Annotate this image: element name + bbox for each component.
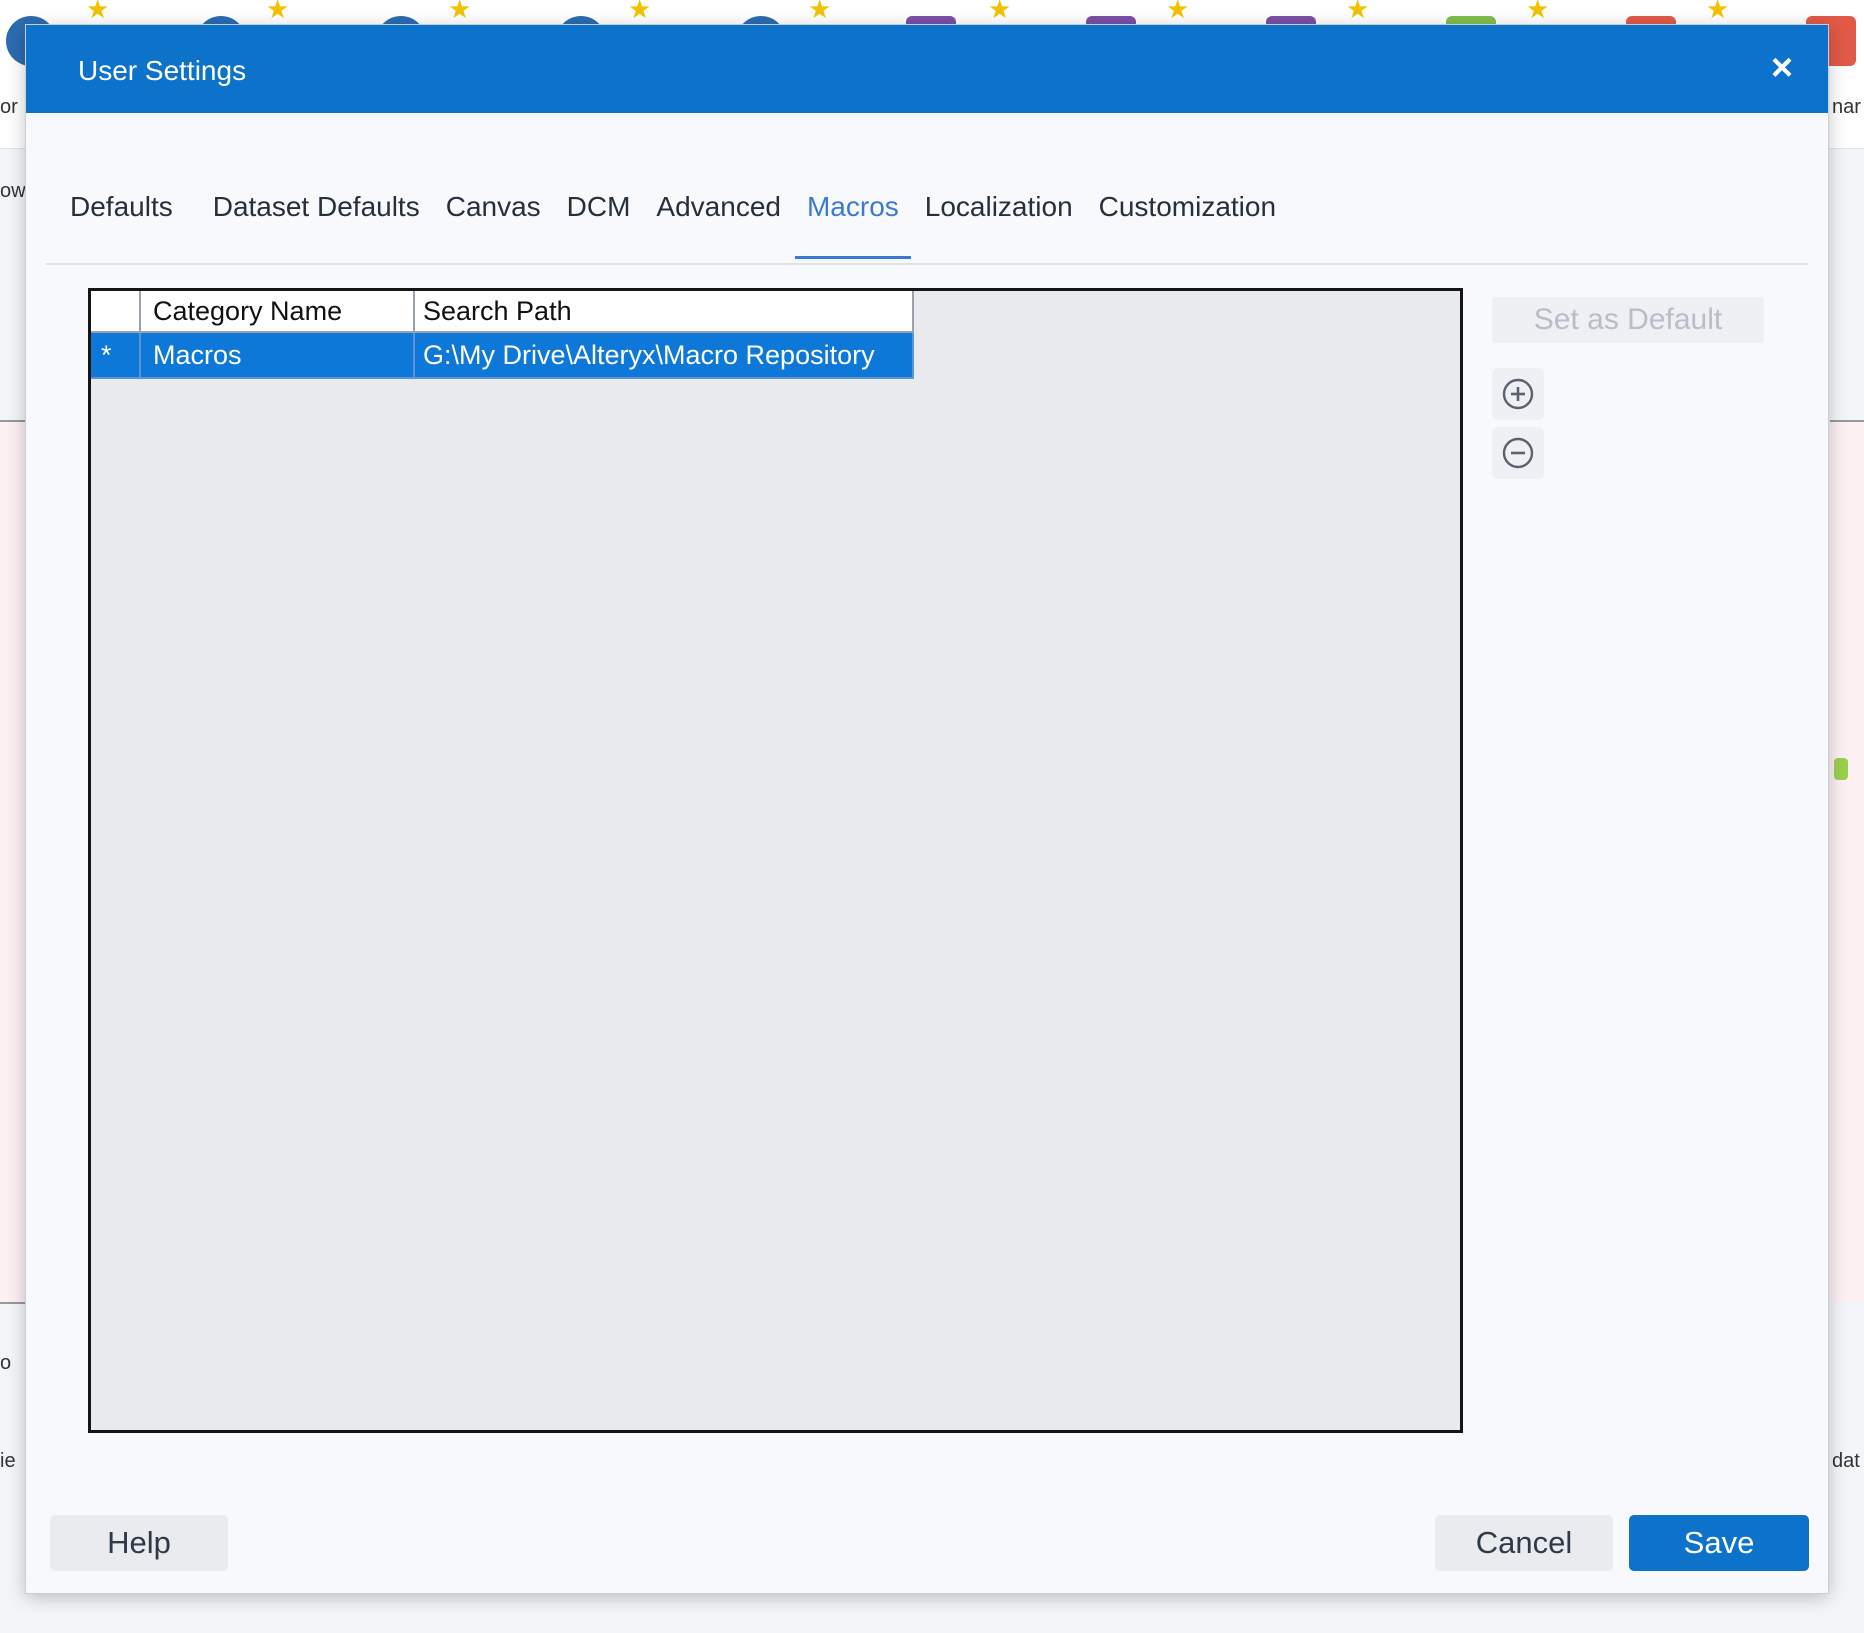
- settings-tab-bar: Defaults Dataset Defaults Canvas DCM Adv…: [46, 165, 1290, 259]
- tab-macros[interactable]: Macros: [794, 165, 911, 259]
- favorite-star-icon: ★: [266, 0, 290, 24]
- dialog-title-bar[interactable]: User Settings ×: [26, 25, 1828, 113]
- background-label: nar: [1832, 96, 1861, 118]
- background-label: ow: [0, 180, 26, 202]
- close-button[interactable]: ×: [1758, 45, 1806, 93]
- favorite-star-icon: ★: [1526, 0, 1550, 24]
- tab-localization[interactable]: Localization: [913, 165, 1085, 235]
- favorite-star-icon: ★: [1166, 0, 1190, 24]
- macro-paths-table[interactable]: Category Name Search Path * Macros G:\My…: [88, 288, 1463, 1433]
- add-circle-icon: [1502, 378, 1534, 410]
- favorite-star-icon: ★: [448, 0, 472, 24]
- workflow-node-anchor: [1834, 758, 1848, 780]
- table-row[interactable]: * Macros G:\My Drive\Alteryx\Macro Repos…: [91, 333, 914, 379]
- search-path-cell[interactable]: G:\My Drive\Alteryx\Macro Repository: [415, 333, 914, 379]
- background-label: or: [0, 96, 18, 118]
- set-as-default-button[interactable]: Set as Default: [1492, 297, 1764, 343]
- favorite-star-icon: ★: [86, 0, 110, 24]
- remove-row-button[interactable]: [1492, 427, 1544, 479]
- background-canvas: [0, 420, 28, 1304]
- column-header-search-path[interactable]: Search Path: [415, 291, 914, 333]
- tab-dcm[interactable]: DCM: [555, 165, 643, 235]
- favorite-star-icon: ★: [1706, 0, 1730, 24]
- tab-customization[interactable]: Customization: [1087, 165, 1288, 235]
- column-header-category-name[interactable]: Category Name: [141, 291, 415, 333]
- background-label: ie: [0, 1450, 16, 1472]
- cancel-button[interactable]: Cancel: [1435, 1515, 1613, 1571]
- tab-canvas[interactable]: Canvas: [434, 165, 553, 235]
- tab-divider: [46, 263, 1808, 265]
- category-name-cell[interactable]: Macros: [141, 333, 415, 379]
- favorite-star-icon: ★: [1346, 0, 1370, 24]
- tab-dataset-defaults[interactable]: Dataset Defaults: [201, 165, 432, 235]
- column-header-marker: [91, 291, 141, 333]
- table-header: Category Name Search Path: [91, 291, 914, 333]
- favorite-star-icon: ★: [808, 0, 832, 24]
- background-label: dat: [1832, 1450, 1860, 1472]
- favorite-star-icon: ★: [988, 0, 1012, 24]
- user-settings-dialog: User Settings × Defaults Dataset Default…: [26, 25, 1828, 1593]
- tab-advanced[interactable]: Advanced: [644, 165, 793, 235]
- favorite-star-icon: ★: [628, 0, 652, 24]
- background-canvas: [1830, 420, 1864, 1302]
- background-label: o: [0, 1352, 12, 1374]
- tab-defaults[interactable]: Defaults: [46, 165, 185, 235]
- row-marker[interactable]: *: [91, 333, 141, 379]
- close-icon: ×: [1770, 47, 1794, 89]
- dialog-title: User Settings: [78, 55, 247, 86]
- remove-circle-icon: [1502, 437, 1534, 469]
- help-button[interactable]: Help: [50, 1515, 228, 1571]
- save-button[interactable]: Save: [1629, 1515, 1809, 1571]
- add-row-button[interactable]: [1492, 368, 1544, 420]
